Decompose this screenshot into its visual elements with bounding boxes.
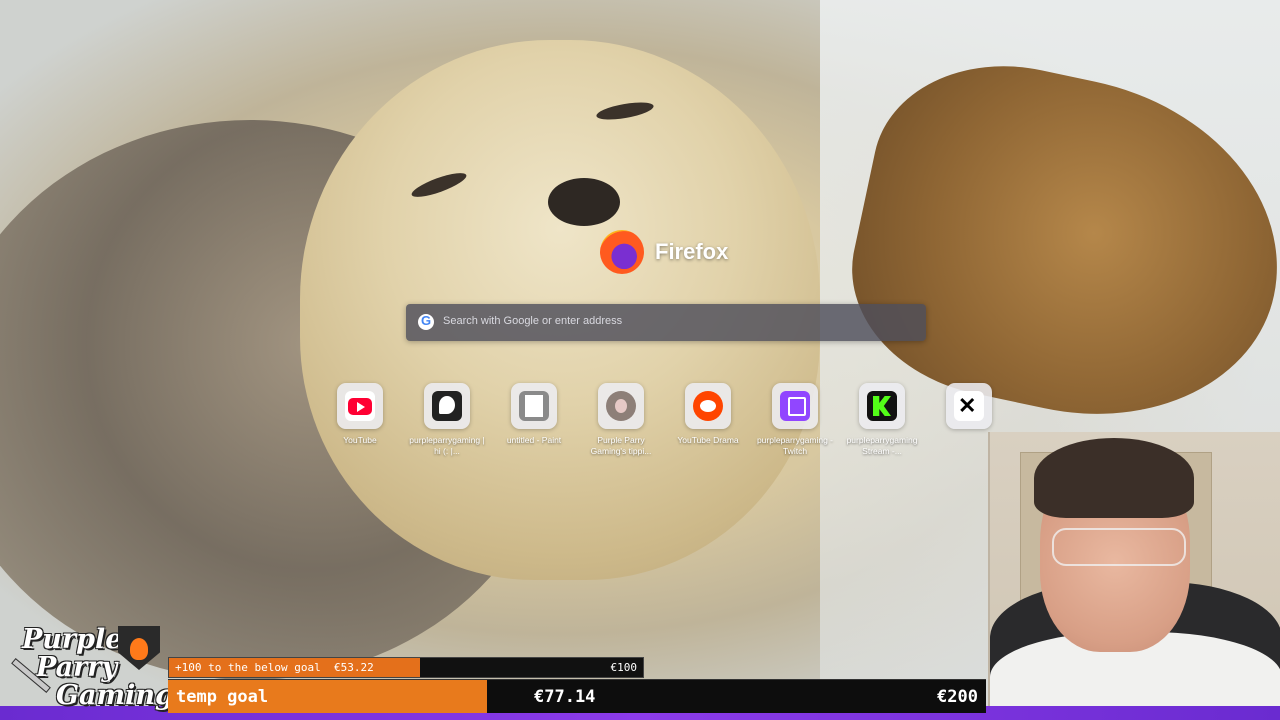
search-input[interactable]: G Search with Google or enter address [406,304,926,341]
twitch-icon [780,391,810,421]
search-placeholder: Search with Google or enter address [443,315,623,327]
reddit-icon [693,391,723,421]
goal-small-bar: +100 to the below goal €53.22 €100 [168,657,644,678]
flame-crest-icon [118,626,160,670]
shortcut-kick[interactable]: purpleparrygaming Stream -... [842,383,922,457]
avatar-icon [606,391,636,421]
shortcut-x[interactable]: ✕ [929,383,1009,435]
picsart-icon [432,391,462,421]
shortcut-youtube-drama[interactable]: YouTube Drama [668,383,748,446]
x-icon: ✕ [954,391,984,421]
goal-small-text: +100 to the below goal [175,661,321,674]
shortcut-youtube[interactable]: YouTube [320,383,400,446]
shortcut-twitch[interactable]: purpleparrygaming - Twitch [755,383,835,457]
goal-main-bar: temp goal €77.14 €200 [168,679,986,713]
goal-small-target: €100 [610,661,638,674]
kick-icon [867,391,897,421]
paint-icon [519,391,549,421]
shortcut-paint[interactable]: untitled - Paint [494,383,574,446]
shortcut-picsart[interactable]: purpleparrygaming | hi (: |... [407,383,487,457]
shortcut-tipping[interactable]: Purple Parry Gaming's tippi... [581,383,661,457]
youtube-icon [345,391,375,421]
webcam-overlay [988,432,1280,720]
goal-main-current: €77.14 [534,687,596,707]
goal-small-amount: €53.22 [333,661,374,674]
firefox-wordmark: Firefox [655,239,729,264]
goal-main-name: temp goal [176,687,269,707]
goal-main-target: €200 [937,687,978,707]
firefox-logo-icon [600,230,644,274]
google-icon: G [418,313,434,330]
